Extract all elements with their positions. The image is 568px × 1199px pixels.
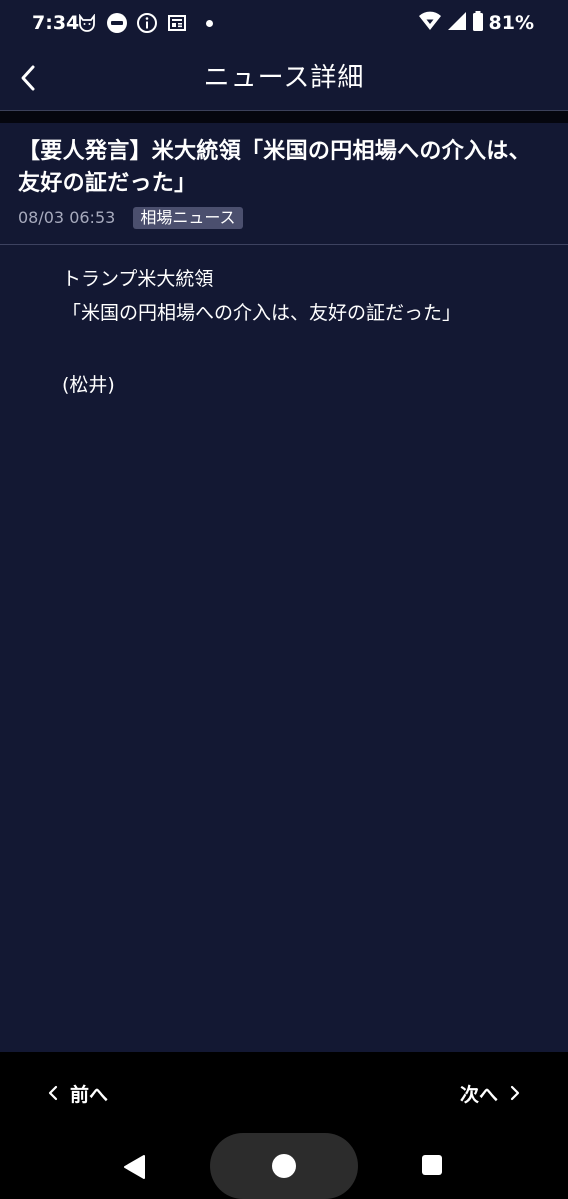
page-title: ニュース詳細 xyxy=(203,63,365,93)
chevron-right-icon xyxy=(510,1085,520,1101)
signal-icon xyxy=(447,11,467,35)
home-circle-icon xyxy=(272,1154,296,1178)
news-icon xyxy=(166,12,188,34)
status-bar: 7:34 81% xyxy=(0,0,568,46)
battery-percent: 81% xyxy=(488,12,534,34)
dot-icon xyxy=(206,19,213,27)
header-divider xyxy=(0,111,568,123)
category-badge: 相場ニュース xyxy=(133,207,243,229)
next-button[interactable]: 次へ xyxy=(460,1076,520,1110)
info-icon xyxy=(136,12,158,34)
article-author: (松井) xyxy=(62,374,115,396)
article-body-quote: 「米国の円相場への介入は、友好の証だった」 xyxy=(62,302,462,324)
triangle-back-icon xyxy=(124,1155,145,1179)
system-back-button[interactable] xyxy=(118,1151,150,1183)
article-date: 08/03 06:53 xyxy=(18,208,116,227)
prev-button[interactable]: 前へ xyxy=(48,1076,108,1110)
system-recents-button[interactable] xyxy=(422,1155,444,1177)
square-recents-icon xyxy=(422,1155,442,1175)
notification-icons xyxy=(76,11,213,35)
next-label: 次へ xyxy=(459,1083,498,1106)
wifi-icon xyxy=(418,11,442,35)
app-header: ニュース詳細 xyxy=(0,46,568,111)
chevron-left-icon xyxy=(48,1085,58,1101)
cat-face-icon xyxy=(76,12,98,34)
article-body-line: トランプ米大統領 xyxy=(62,268,214,290)
article-body: トランプ米大統領 「米国の円相場への介入は、友好の証だった」 (松井) xyxy=(62,262,542,402)
system-status-icons: 81% xyxy=(418,10,534,36)
battery-icon xyxy=(472,11,484,35)
status-time: 7:34 xyxy=(32,12,80,34)
article-title: 【要人発言】米大統領「米国の円相場への介入は、友好の証だった」 xyxy=(18,139,531,196)
article-header: 【要人発言】米大統領「米国の円相場への介入は、友好の証だった」 08/03 06… xyxy=(0,123,568,245)
prev-label: 前へ xyxy=(70,1083,109,1106)
system-home-button[interactable] xyxy=(210,1133,358,1199)
nhk-app-icon xyxy=(106,12,128,34)
article-meta: 08/03 06:53 相場ニュース xyxy=(18,206,243,230)
